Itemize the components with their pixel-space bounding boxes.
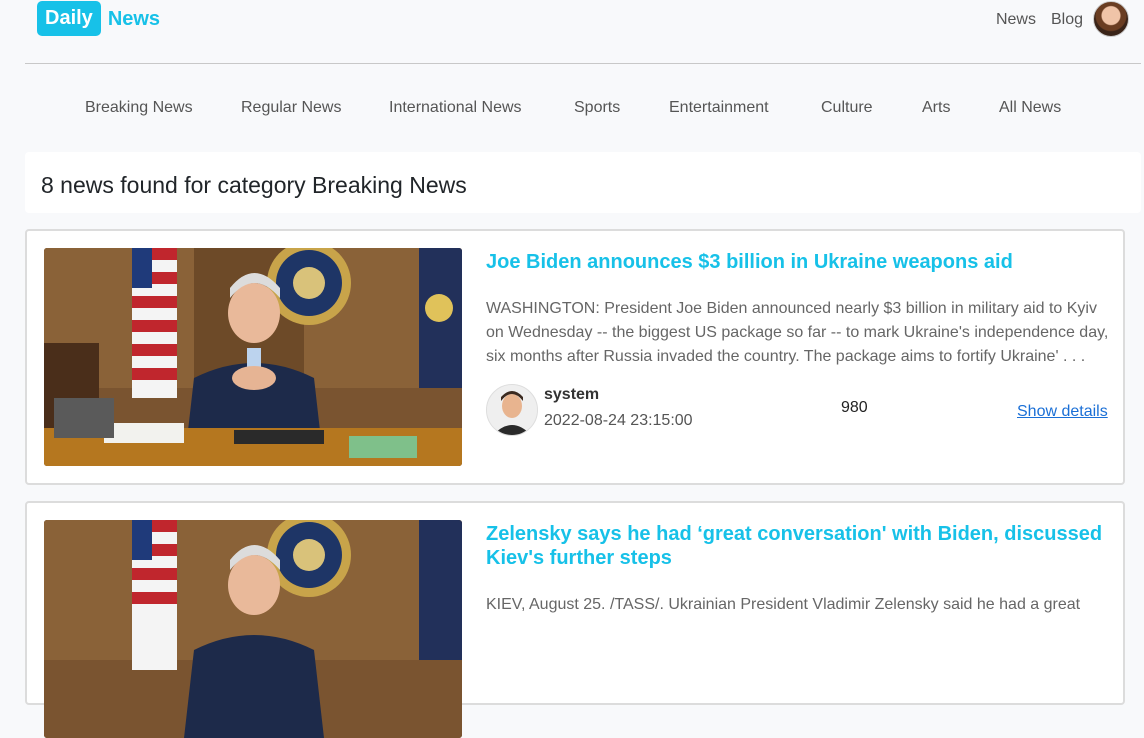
brand-box: Daily (37, 1, 101, 36)
category-arts[interactable]: Arts (922, 98, 950, 118)
show-details-link[interactable]: Show details (1017, 403, 1108, 421)
news-card: Zelensky says he had ‘great conversation… (25, 501, 1125, 738)
view-count: 980 (841, 399, 868, 416)
news-thumbnail[interactable] (44, 520, 462, 738)
header-divider (25, 63, 1141, 64)
author-avatar (486, 384, 538, 436)
category-breaking-news[interactable]: Breaking News (85, 98, 193, 118)
brand-text: News (107, 7, 161, 30)
news-card: Joe Biden announces $3 billion in Ukrain… (25, 229, 1125, 485)
nav-blog-link[interactable]: Blog (1051, 9, 1083, 31)
category-sports[interactable]: Sports (574, 98, 620, 118)
category-culture[interactable]: Culture (821, 98, 873, 118)
nav-news-link[interactable]: News (996, 9, 1036, 31)
result-heading: 8 news found for category Breaking News (41, 172, 467, 198)
top-nav: News Blog (996, 9, 1083, 31)
news-thumbnail[interactable] (44, 248, 462, 466)
news-title[interactable]: Zelensky says he had ‘great conversation… (486, 522, 1106, 570)
top-bar: Daily News News Blog (0, 0, 1144, 40)
publish-date: 2022-08-24 23:15:00 (544, 412, 693, 429)
brand-logo[interactable]: Daily News (37, 1, 160, 36)
author-name: system (544, 386, 600, 403)
category-international-news[interactable]: International News (389, 98, 522, 118)
category-entertainment[interactable]: Entertainment (669, 98, 769, 118)
news-summary: KIEV, August 25. /TASS/. Ukrainian Presi… (486, 596, 1081, 613)
user-avatar[interactable] (1093, 1, 1129, 37)
news-title[interactable]: Joe Biden announces $3 billion in Ukrain… (486, 250, 1106, 274)
category-all-news[interactable]: All News (999, 98, 1061, 118)
category-regular-news[interactable]: Regular News (241, 98, 341, 118)
news-summary: WASHINGTON: President Joe Biden announce… (486, 300, 1109, 365)
result-count-box: 8 news found for category Breaking News (25, 152, 1141, 213)
